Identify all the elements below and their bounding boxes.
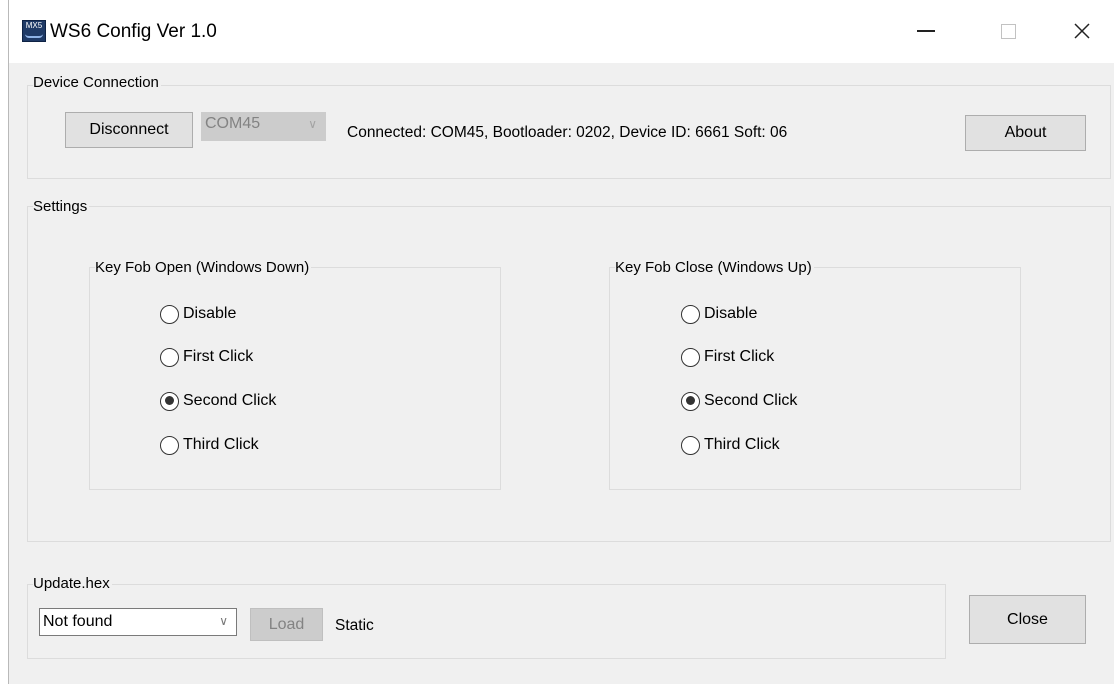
radio-label: Disable <box>183 305 237 322</box>
radio-label: Second Click <box>183 392 277 409</box>
connection-status-text: Connected: COM45, Bootloader: 0202, Devi… <box>347 124 788 141</box>
radio-label: Second Click <box>704 392 798 409</box>
minimize-button[interactable] <box>903 8 949 54</box>
app-window: MX5 WS6 Config Ver 1.0 Device Connection… <box>8 0 1114 684</box>
key-fob-open-label: Key Fob Open (Windows Down) <box>95 259 312 277</box>
com-port-value: COM45 <box>205 115 261 132</box>
app-logo-text: MX5 <box>25 21 43 30</box>
radio-label: First Click <box>183 348 254 365</box>
close-radio-second-click[interactable]: Second Click <box>681 391 797 411</box>
minimize-icon <box>917 30 935 32</box>
close-window-button[interactable] <box>1059 8 1105 54</box>
about-button[interactable]: About <box>965 115 1086 151</box>
radio-label: Disable <box>704 305 758 322</box>
key-fob-close-label: Key Fob Close (Windows Up) <box>615 259 814 277</box>
key-fob-close-group <box>609 267 1021 490</box>
maximize-icon <box>1000 23 1016 39</box>
key-fob-open-group <box>89 267 501 490</box>
radio-indicator <box>160 304 179 324</box>
device-connection-label: Device Connection <box>33 74 161 92</box>
settings-label: Settings <box>33 198 90 216</box>
radio-indicator <box>160 435 179 455</box>
close-radio-third-click[interactable]: Third Click <box>681 435 780 455</box>
close-radio-first-click[interactable]: First Click <box>681 347 774 367</box>
close-icon <box>1074 23 1090 39</box>
open-radio-second-click[interactable]: Second Click <box>160 391 276 411</box>
radio-label: Third Click <box>183 436 259 453</box>
update-hex-label: Update.hex <box>33 575 112 593</box>
radio-indicator <box>681 435 700 455</box>
chevron-down-icon: ∨ <box>308 117 317 131</box>
window-title: WS6 Config Ver 1.0 <box>50 21 217 42</box>
radio-indicator-selected <box>160 391 179 411</box>
open-radio-disable[interactable]: Disable <box>160 304 236 324</box>
load-button[interactable]: Load <box>250 608 323 641</box>
hex-file-value: Not found <box>43 613 113 630</box>
maximize-button[interactable] <box>985 8 1031 54</box>
radio-indicator <box>681 304 700 324</box>
radio-label: First Click <box>704 348 775 365</box>
radio-indicator <box>681 347 700 367</box>
radio-indicator <box>160 347 179 367</box>
close-button[interactable]: Close <box>969 595 1086 644</box>
radio-indicator-selected <box>681 391 700 411</box>
chevron-down-icon: ∨ <box>219 614 228 628</box>
disconnect-button[interactable]: Disconnect <box>65 112 193 148</box>
open-radio-first-click[interactable]: First Click <box>160 347 253 367</box>
hex-file-select[interactable]: Not found ∨ <box>39 608 237 636</box>
title-bar: MX5 WS6 Config Ver 1.0 <box>9 0 1114 63</box>
com-port-select[interactable]: COM45 ∨ <box>201 112 326 141</box>
open-radio-third-click[interactable]: Third Click <box>160 435 259 455</box>
close-radio-disable[interactable]: Disable <box>681 304 757 324</box>
radio-label: Third Click <box>704 436 780 453</box>
update-status-text: Static <box>335 617 374 634</box>
app-logo-icon: MX5 <box>22 20 46 42</box>
